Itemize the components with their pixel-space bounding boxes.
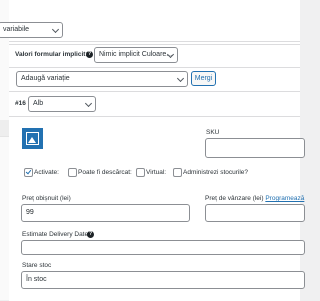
downloadable-checkbox[interactable]: [68, 168, 77, 177]
stock-status-label: Stare stoc: [22, 262, 52, 269]
manage-stock-label: Administrezi stocurile?: [183, 169, 249, 176]
chevron-down-icon: [176, 74, 185, 83]
product-type-value: variabile: [3, 26, 30, 33]
sale-price-label: Preț de vânzare (lei): [205, 195, 264, 202]
sku-label: SKU: [206, 129, 220, 136]
divider: [9, 91, 300, 92]
sidebar-tab[interactable]: [0, 120, 9, 137]
mountain-shape: [28, 137, 36, 143]
estimate-delivery-input[interactable]: [21, 240, 305, 255]
enabled-checkbox[interactable]: [24, 168, 33, 177]
stock-status-select[interactable]: În stoc: [21, 271, 305, 289]
add-variation-value: Adaugă variație: [21, 75, 70, 82]
virtual-checkbox[interactable]: [136, 168, 145, 177]
divider: [9, 116, 300, 117]
help-icon[interactable]: ?: [87, 231, 94, 238]
variation-number: #16: [15, 100, 26, 107]
stock-status-value: În stoc: [26, 276, 47, 283]
variation-color-select[interactable]: Alb: [28, 96, 96, 112]
regular-price-label: Preț obișnuit (lei): [22, 195, 71, 202]
default-form-select[interactable]: Nimic implicit Culoare...: [94, 47, 178, 63]
regular-price-input[interactable]: 99: [21, 204, 190, 222]
sku-input[interactable]: [205, 138, 305, 158]
schedule-link[interactable]: Programează: [265, 195, 304, 202]
add-variation-select[interactable]: Adaugă variație: [16, 71, 188, 87]
divider: [9, 41, 300, 42]
variation-color-value: Alb: [33, 100, 44, 107]
product-type-select[interactable]: variabile: [0, 22, 63, 38]
chevron-down-icon: [51, 25, 60, 34]
divider: [9, 67, 300, 68]
manage-stock-checkbox[interactable]: [173, 168, 182, 177]
regular-price-value: 99: [26, 209, 34, 216]
enabled-label: Activate:: [34, 169, 59, 176]
default-form-label: Valori formular implicit:: [15, 51, 88, 58]
help-icon[interactable]: ?: [86, 51, 93, 58]
downloadable-label: Poate fi descărcat:: [78, 169, 132, 176]
image-placeholder-icon[interactable]: [22, 128, 43, 149]
sale-price-input[interactable]: [205, 204, 305, 222]
virtual-label: Virtual:: [146, 169, 167, 176]
go-button[interactable]: Mergi: [191, 71, 216, 86]
chevron-down-icon: [84, 99, 93, 108]
estimate-delivery-label: Estimate Delivery Date: [22, 231, 89, 238]
default-form-value: Nimic implicit Culoare...: [99, 51, 173, 58]
